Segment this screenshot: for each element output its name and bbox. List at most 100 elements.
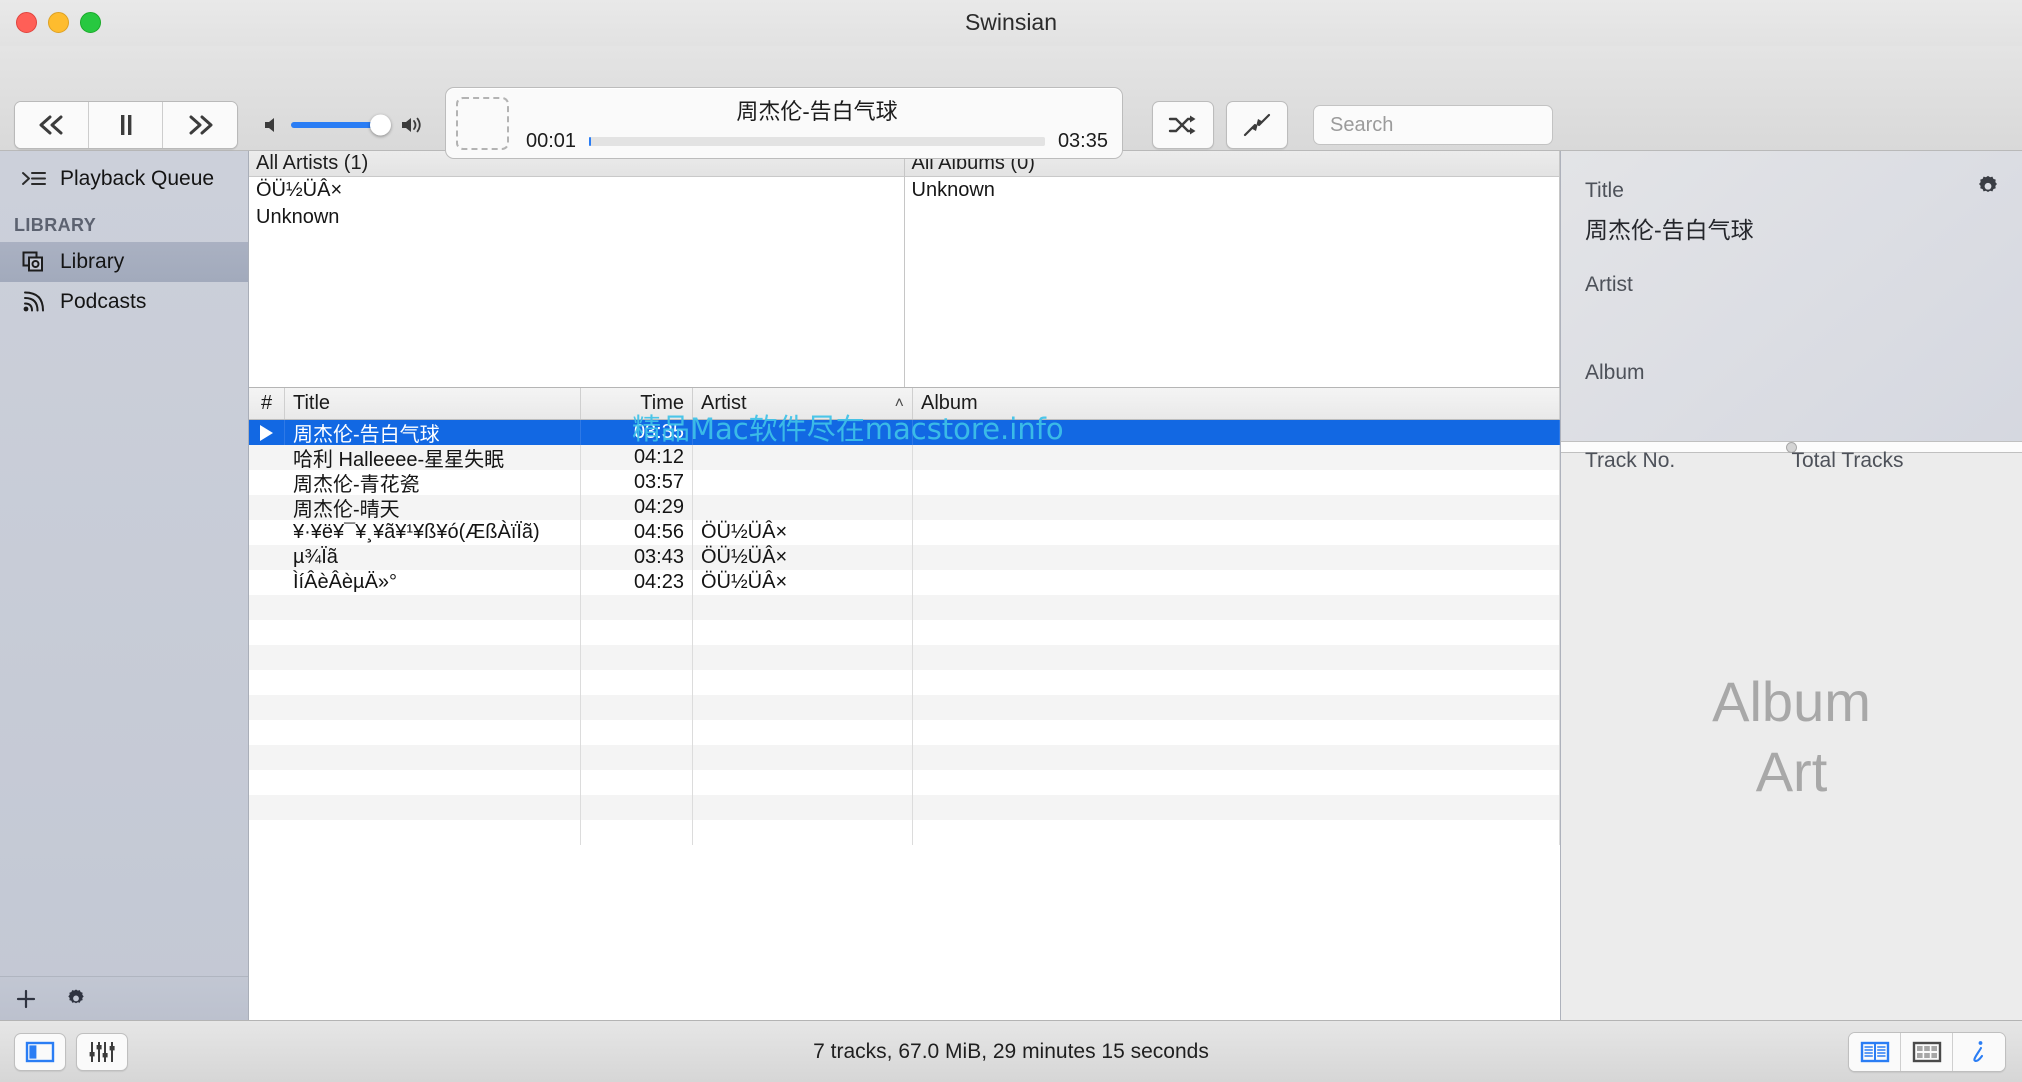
grid-view-icon (1912, 1041, 1941, 1062)
album-art-area[interactable]: Album Art (1561, 453, 2022, 1020)
table-row[interactable]: 哈利 Halleeee-星星失眠 04:12 (249, 445, 1560, 470)
table-row-empty[interactable] (249, 670, 1560, 695)
table-row[interactable]: 周杰伦-告白气球 03:35 (249, 420, 1560, 445)
field-value[interactable]: 周杰伦-告白气球 (1585, 211, 1998, 245)
field-value[interactable] (1585, 305, 1998, 333)
next-icon (189, 115, 213, 135)
grid-view-button[interactable] (1901, 1032, 1953, 1071)
list-item[interactable]: Unknown (905, 177, 1560, 204)
search-input[interactable] (1330, 113, 1595, 137)
pause-button[interactable] (89, 102, 163, 148)
previous-icon (39, 115, 62, 135)
table-row[interactable]: µ¾Ïã 03:43 ÖÜ½ÜÂ× (249, 545, 1560, 570)
inspector-fields: Title 周杰伦-告白气球 Artist Album Track No. To… (1561, 151, 2022, 472)
row-number (249, 570, 285, 595)
column-header-album[interactable]: Album (913, 388, 1560, 419)
column-header-number[interactable]: # (249, 388, 285, 419)
table-body: 周杰伦-告白气球 03:35 哈利 Halleeee-星星失眠 04:12 周杰… (249, 420, 1560, 1020)
row-title: 周杰伦-青花瓷 (285, 470, 581, 495)
shuffle-icon (1168, 115, 1196, 135)
table-row-empty[interactable] (249, 770, 1560, 795)
volume-high-icon[interactable] (400, 115, 426, 135)
table-row-empty[interactable] (249, 745, 1560, 770)
album-art-line-2: Art (1755, 739, 1828, 803)
inspector-settings-button[interactable] (1974, 173, 2002, 206)
list-item[interactable]: Unknown (249, 204, 904, 231)
volume-slider[interactable] (291, 114, 391, 136)
row-artist (693, 420, 913, 445)
info-icon (1973, 1040, 1984, 1062)
sidebar-item-label: Library (60, 250, 125, 273)
volume-control (262, 114, 426, 136)
row-time: 03:35 (581, 420, 693, 445)
row-artist: ÖÜ½ÜÂ× (693, 520, 913, 545)
content-area: All Artists (1) ÖÜ½ÜÂ× Unknown All Album… (249, 151, 1560, 1020)
elapsed-time: 00:01 (526, 130, 577, 152)
window-title: Swinsian (964, 9, 1058, 35)
shuffle-button[interactable] (1152, 101, 1214, 149)
table-row-empty[interactable] (249, 720, 1560, 745)
previous-button[interactable] (15, 102, 89, 148)
sidebar-footer (0, 976, 248, 1020)
table-row-empty[interactable] (249, 820, 1560, 845)
table-row[interactable]: 周杰伦-青花瓷 03:57 (249, 470, 1560, 495)
seek-fill (589, 137, 592, 146)
row-title: 哈利 Halleeee-星星失眠 (285, 445, 581, 470)
plus-icon (16, 989, 36, 1008)
volume-knob[interactable] (370, 114, 391, 136)
row-time: 04:29 (581, 495, 693, 520)
column-header-title[interactable]: Title (285, 388, 581, 419)
field-value[interactable] (1585, 393, 1998, 421)
sidebar: Playback Queue LIBRARY Library Podcasts (0, 151, 249, 1020)
pause-icon (120, 115, 131, 135)
column-header-time[interactable]: Time (581, 388, 693, 419)
sidebar-item-podcasts[interactable]: Podcasts (0, 282, 248, 322)
list-view-icon (1860, 1041, 1889, 1062)
seek-slider[interactable] (589, 137, 1045, 146)
row-album (913, 570, 1560, 595)
row-time: 03:43 (581, 545, 693, 570)
sidebar-item-library[interactable]: Library (0, 242, 248, 282)
sidebar-item-playback-queue[interactable]: Playback Queue (0, 159, 248, 199)
add-playlist-button[interactable] (14, 987, 38, 1011)
column-header-artist[interactable]: Artist ˄ (693, 388, 913, 419)
gear-icon (68, 989, 84, 1003)
table-row[interactable]: 周杰伦-晴天 04:29 (249, 495, 1560, 520)
field-value[interactable] (1792, 481, 1999, 509)
jump-to-current-icon (1243, 113, 1271, 137)
table-row-empty[interactable] (249, 620, 1560, 645)
toolbar: 周杰伦-告白气球 00:01 03:35 (0, 46, 2022, 159)
sidebar-list: Playback Queue LIBRARY Library Podcasts (0, 151, 248, 976)
field-value[interactable] (1585, 481, 1792, 509)
table-row-empty[interactable] (249, 645, 1560, 670)
table-row-empty[interactable] (249, 595, 1560, 620)
table-row-empty[interactable] (249, 695, 1560, 720)
row-artist: ÖÜ½ÜÂ× (693, 545, 913, 570)
row-album (913, 495, 1560, 520)
inspector-field-track-no: Track No. (1585, 449, 1792, 509)
volume-low-icon[interactable] (262, 115, 282, 135)
table-row-empty[interactable] (249, 795, 1560, 820)
now-playing-progress-row: 00:01 03:35 (526, 130, 1108, 153)
field-label: Artist (1585, 273, 1633, 296)
list-item[interactable]: ÖÜ½ÜÂ× (249, 177, 904, 204)
table-row[interactable]: ¥·¥ë¥¯¥¸¥ã¥¹¥ß¥ó(ÆßÀïÏã) 04:56 ÖÜ½ÜÂ× (249, 520, 1560, 545)
sort-ascending-icon: ˄ (894, 394, 904, 412)
track-table: # Title Time Artist ˄ Album 周杰伦-告白气球 03:… (249, 388, 1560, 1020)
row-album (913, 545, 1560, 570)
search-box[interactable] (1313, 105, 1595, 145)
info-button[interactable] (1953, 1032, 2005, 1071)
list-view-button[interactable] (1849, 1032, 1901, 1071)
artists-browser: All Artists (1) ÖÜ½ÜÂ× Unknown (249, 151, 905, 387)
now-playing-artwork-placeholder[interactable] (456, 97, 509, 150)
album-art-placeholder-text: Album Art (1712, 667, 1871, 807)
row-title: ¥·¥ë¥¯¥¸¥ã¥¹¥ß¥ó(ÆßÀïÏã) (285, 520, 581, 545)
inspector-field-artist: Artist (1585, 273, 1998, 333)
row-time: 03:57 (581, 470, 693, 495)
sidebar-settings-button[interactable] (64, 987, 88, 1011)
row-title: ÌíÂèÂèµÄ»° (285, 570, 581, 595)
next-button[interactable] (163, 102, 237, 148)
jump-to-current-button[interactable] (1226, 101, 1288, 149)
title-bar: Swinsian (0, 0, 2022, 46)
table-row[interactable]: ÌíÂèÂèµÄ»° 04:23 ÖÜ½ÜÂ× (249, 570, 1560, 595)
